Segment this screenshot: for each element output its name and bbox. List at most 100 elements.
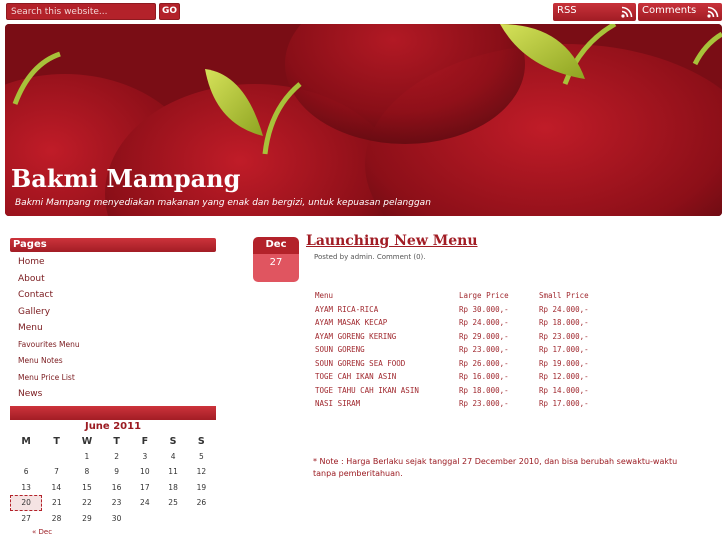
- calendar-body: 1 2 3 4 5 6 7 8 9 10 11 12 13 14 15 16 17 18 19 20 21 22 23 24 2…: [9, 449, 216, 527]
- page-link-menu[interactable]: Menu: [10, 320, 216, 337]
- large-price-column-header: Large Price: [459, 291, 509, 301]
- search-go-button[interactable]: GO: [159, 3, 180, 20]
- pages-list: Home About Contact Gallery Menu Favourit…: [10, 252, 216, 403]
- site-tagline: Bakmi Mampang menyediakan makanan yang e…: [15, 198, 431, 208]
- page-link-about[interactable]: About: [10, 271, 216, 288]
- calendar-day: 5: [198, 451, 204, 461]
- calendar-day: 25: [168, 498, 178, 508]
- menu-item-large-price: Rp 18.000,-: [459, 385, 509, 395]
- calendar-day: 11: [168, 467, 178, 477]
- calendar-weekday-row: MTWTFSS: [11, 434, 216, 449]
- menu-table-row: TOGE TAHU CAH IKAN ASIN Rp 18.000,- Rp 14.…: [315, 384, 589, 398]
- sidebar: Pages Home About Contact Gallery Menu Fa…: [9, 238, 216, 536]
- calendar-weekday: T: [113, 435, 120, 447]
- menu-item-name: NASI SIRAM: [315, 399, 361, 409]
- menu-table-row: SOUN GORENG Rp 23.000,- Rp 17.000,-: [315, 343, 589, 357]
- calendar-day: 7: [54, 467, 59, 477]
- menu-item-small-price: Rp 14.000,-: [539, 385, 589, 395]
- pages-widget-title: Pages: [10, 238, 216, 252]
- calendar-day: 16: [111, 482, 122, 492]
- comments-label: Comments: [642, 5, 697, 16]
- calendar-day: [131, 511, 159, 527]
- calendar-weekday: S: [169, 435, 177, 447]
- calendar-week-row: 13 14 15 16 17 18 19: [11, 480, 216, 496]
- calendar-day: 3: [142, 451, 148, 461]
- calendar-month: June 2011: [84, 420, 142, 432]
- page-link-favourites-menu[interactable]: Favourites Menu: [10, 337, 216, 354]
- post-title-link[interactable]: Launching New Menu: [306, 233, 478, 249]
- calendar-day: 27: [21, 514, 31, 523]
- menu-item-small-price: Rp 19.000,-: [539, 358, 589, 368]
- page-link-news[interactable]: News: [10, 386, 216, 403]
- calendar-day: 1: [84, 451, 90, 461]
- calendar-week-row: 27 28 29 30: [11, 511, 216, 527]
- menu-item-large-price: Rp 29.000,-: [459, 331, 509, 341]
- calendar-prev-month-link[interactable]: « Dec: [32, 528, 216, 536]
- menu-table-row: AYAM RICA-RICA Rp 30.000,- Rp 24.000,-: [315, 303, 589, 317]
- menu-table-header: Menu Large Price Small Price: [315, 289, 589, 303]
- menu-table-row: NASI SIRAM Rp 23.000,- Rp 17.000,-: [315, 397, 589, 411]
- calendar-day: 8: [84, 467, 90, 477]
- menu-table-row: TOGE CAH IKAN ASIN Rp 16.000,- Rp 12.000,-: [315, 370, 589, 384]
- calendar-weekday: S: [197, 435, 205, 447]
- calendar-day: 14: [51, 482, 62, 492]
- calendar-day: 20: [9, 494, 43, 511]
- post-date-badge: Dec 27: [253, 237, 299, 282]
- calendar-weekday: F: [141, 435, 149, 447]
- calendar-day: 22: [82, 498, 92, 508]
- menu-item-small-price: Rp 18.000,-: [539, 318, 589, 328]
- calendar-weekday: M: [21, 435, 31, 447]
- calendar-day: [187, 511, 215, 527]
- calendar-day: 30: [111, 513, 122, 523]
- calendar-day: 19: [196, 482, 207, 492]
- calendar-day: 24: [140, 498, 150, 508]
- rss-label: RSS: [557, 5, 577, 16]
- calendar-day: 6: [23, 467, 29, 477]
- menu-item-name: TOGE CAH IKAN ASIN: [315, 372, 397, 382]
- menu-table-body: AYAM RICA-RICA Rp 30.000,- Rp 24.000,- AYAM…: [315, 303, 589, 411]
- calendar-weekday: T: [53, 435, 60, 447]
- page-link-home[interactable]: Home: [10, 254, 216, 271]
- menu-item-name: AYAM GORENG KERING: [315, 331, 397, 341]
- page-link-contact[interactable]: Contact: [10, 287, 216, 304]
- menu-item-name: AYAM MASAK KECAP: [315, 318, 388, 328]
- search-input[interactable]: [6, 3, 156, 20]
- calendar-day: 9: [114, 467, 119, 477]
- calendar-day: 17: [140, 482, 150, 492]
- calendar-day: [159, 511, 187, 527]
- page-link-menu-notes[interactable]: Menu Notes: [10, 353, 216, 370]
- menu-item-large-price: Rp 26.000,-: [459, 358, 509, 368]
- menu-item-name: AYAM RICA-RICA: [315, 304, 379, 314]
- calendar-day: 4: [170, 451, 176, 461]
- menu-table-row: AYAM GORENG KERING Rp 29.000,- Rp 23.000,-: [315, 330, 589, 344]
- price-note: * Note : Harga Berlaku sejak tanggal 27 …: [313, 457, 678, 478]
- calendar-week-row: 1 2 3 4 5: [11, 449, 216, 465]
- calendar-day: [11, 449, 42, 465]
- small-price-column-header: Small Price: [539, 291, 589, 301]
- calendar-weekday: W: [81, 435, 93, 447]
- calendar-day: [42, 449, 72, 465]
- calendar-day: 15: [82, 482, 92, 492]
- calendar-week-row: 20 21 22 23 24 25 26: [9, 494, 216, 511]
- calendar-day: 23: [111, 498, 122, 508]
- rss-button[interactable]: RSS: [553, 3, 636, 21]
- menu-item-name: TOGE TAHU CAH IKAN ASIN: [315, 385, 419, 395]
- page-link-menu-price-list[interactable]: Menu Price List: [10, 370, 216, 387]
- menu-table-row: SOUN GORENG SEA FOOD Rp 26.000,- Rp 19.000…: [315, 357, 589, 371]
- site-title[interactable]: Bakmi Mampang: [11, 164, 240, 193]
- post-date-month: Dec: [253, 237, 299, 254]
- menu-item-name: SOUN GORENG SEA FOOD: [315, 358, 406, 368]
- calendar-day: 13: [21, 482, 31, 492]
- calendar-day: 29: [82, 513, 92, 523]
- menu-item-small-price: Rp 12.000,-: [539, 372, 589, 382]
- menu-item-large-price: Rp 30.000,-: [459, 304, 509, 314]
- post-date-day: 27: [253, 254, 299, 282]
- calendar-week-row: 6 7 8 9 10 11 12: [11, 464, 216, 480]
- menu-item-large-price: Rp 24.000,-: [459, 318, 509, 328]
- menu-item-small-price: Rp 23.000,-: [539, 331, 589, 341]
- post-meta: Posted by admin. Comment (0).: [314, 253, 426, 261]
- comments-feed-button[interactable]: Comments: [638, 3, 722, 21]
- menu-item-large-price: Rp 16.000,-: [459, 372, 509, 382]
- calendar-table: MTWTFSS 1 2 3 4 5 6 7 8 9 10 11 12 13 14 15 16 17 18 19 20 2…: [9, 434, 216, 527]
- page-link-gallery[interactable]: Gallery: [10, 304, 216, 321]
